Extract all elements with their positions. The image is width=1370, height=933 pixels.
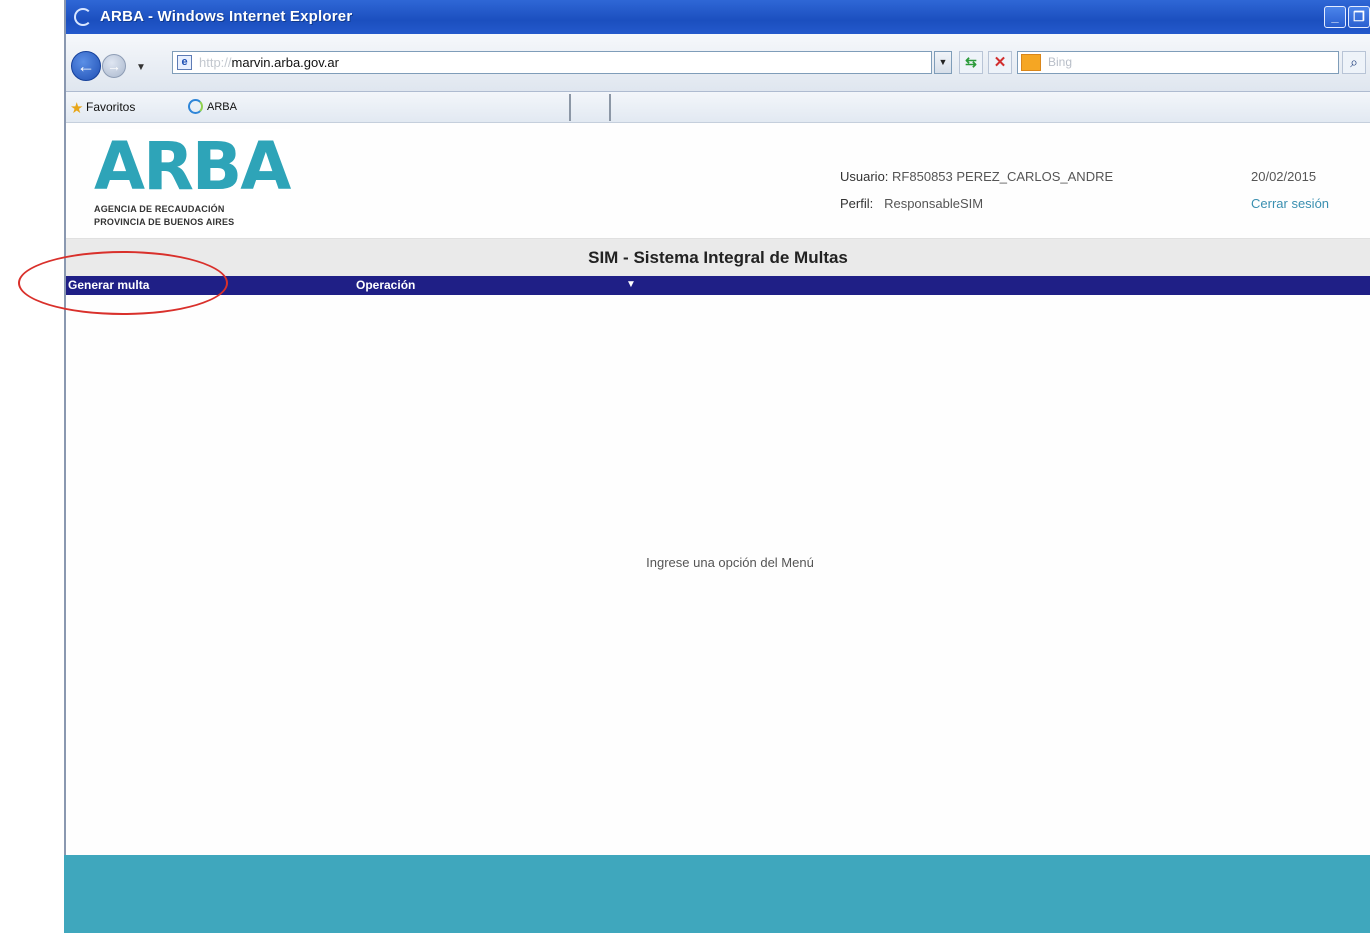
tab-arba[interactable]: ARBA: [207, 101, 237, 113]
search-input[interactable]: Bing: [1017, 51, 1339, 74]
recent-pages-dropdown-icon[interactable]: ▼: [136, 62, 146, 73]
highlight-annotation: [18, 251, 228, 315]
ie-logo-icon: [74, 8, 92, 26]
user-row: Usuario: RF850853 PEREZ_CARLOS_ANDRE: [840, 163, 1113, 190]
stop-button[interactable]: ✕: [988, 51, 1012, 74]
profile-label: Perfil:: [840, 196, 874, 211]
user-label: Usuario:: [840, 169, 889, 184]
user-info: Usuario: RF850853 PEREZ_CARLOS_ANDRE Per…: [840, 163, 1113, 217]
user-value: RF850853 PEREZ_CARLOS_ANDRE: [892, 169, 1114, 184]
address-dropdown-icon[interactable]: ▼: [934, 51, 952, 74]
refresh-button[interactable]: ⇆: [959, 51, 983, 74]
logout-link[interactable]: Cerrar sesión: [1251, 190, 1329, 217]
page-icon: e: [177, 55, 192, 70]
empty-state-message: Ingrese una opción del Menú: [646, 555, 814, 570]
stage: ARBA - Windows Internet Explorer _ ❐ ← →…: [0, 0, 1370, 933]
logo-line-province: PROVINCIA DE BUENOS AIRES: [94, 217, 235, 227]
back-button[interactable]: ←: [71, 51, 101, 81]
profile-row: Perfil: ResponsableSIM: [840, 190, 1113, 217]
page-content: ARBA AGENCIA DE RECAUDACIÓN PROVINCIA DE…: [66, 123, 1370, 855]
address-bar[interactable]: e http://marvin.arba.gov.ar: [172, 51, 932, 74]
title-bar: ARBA - Windows Internet Explorer _ ❐: [66, 0, 1370, 34]
profile-value: ResponsableSIM: [884, 196, 984, 211]
bing-icon: [1021, 54, 1041, 71]
session-info: 20/02/2015 Cerrar sesión: [1251, 163, 1329, 217]
toolbar-divider: [569, 94, 571, 121]
search-placeholder: Bing: [1048, 55, 1073, 69]
minimize-button[interactable]: _: [1324, 6, 1346, 28]
app-title: SIM - Sistema Integral de Multas: [66, 238, 1370, 276]
logo-line-agency: AGENCIA DE RECAUDACIÓN: [94, 204, 225, 214]
navigation-bar: ← → ▼ e http://marvin.arba.gov.ar ▼ ⇆ ✕ …: [66, 34, 1370, 92]
restore-button[interactable]: ❐: [1348, 6, 1370, 28]
arba-logo: ARBA AGENCIA DE RECAUDACIÓN PROVINCIA DE…: [90, 128, 291, 237]
toolbar-divider: [609, 94, 611, 121]
window-title: ARBA - Windows Internet Explorer: [100, 8, 353, 25]
favorites-bar: ★ Favoritos ARBA: [66, 92, 1370, 123]
footer-band: [64, 855, 1370, 933]
menu-item-operacion[interactable]: Operación: [356, 276, 415, 294]
menu-dropdown-icon[interactable]: ▼: [626, 276, 636, 294]
browser-window: ARBA - Windows Internet Explorer _ ❐ ← →…: [64, 0, 1370, 855]
url-prefix: http://: [199, 55, 232, 70]
favorites-star-icon[interactable]: ★: [70, 99, 83, 117]
logo-wordmark: ARBA: [94, 128, 291, 205]
main-menu: Generar multa Operación ▼: [66, 276, 1370, 295]
search-icon[interactable]: ⌕: [1342, 51, 1366, 74]
favorites-button[interactable]: Favoritos: [86, 100, 135, 114]
current-date: 20/02/2015: [1251, 169, 1317, 184]
forward-button[interactable]: →: [102, 54, 126, 78]
ie-tab-icon: [188, 99, 203, 114]
url-host: marvin.arba.gov.ar: [231, 55, 339, 70]
